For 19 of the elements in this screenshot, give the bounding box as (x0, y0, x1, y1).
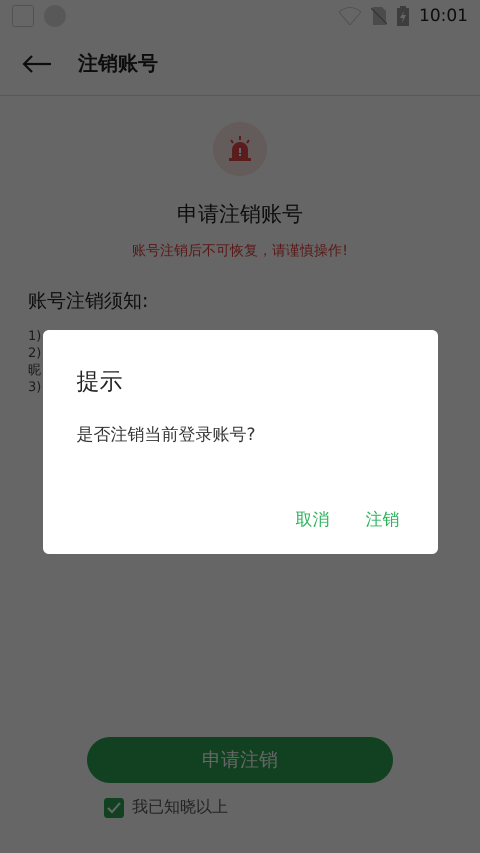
status-time: 10:01 (419, 6, 468, 26)
dialog-button[interactable]: 取消 (292, 502, 334, 537)
checkbox[interactable] (104, 798, 124, 818)
notice-heading: 账号注销须知: (28, 289, 150, 314)
warning-text: 账号注销后不可恢复，请谨慎操作! (132, 242, 348, 260)
notice-line: 昵 (28, 362, 41, 379)
submit-button[interactable]: 申请注销 (87, 737, 393, 783)
battery-icon (397, 6, 409, 26)
dialog-title: 提示 (76, 368, 124, 397)
notice-line: 1) (28, 328, 42, 345)
agreement-text: 我已知晓以上 (132, 797, 228, 818)
page-title: 注销账号 (78, 50, 158, 77)
section-title: 申请注销账号 (177, 201, 303, 228)
dialog-message: 是否注销当前登录账号? (76, 424, 257, 446)
dialog-button[interactable]: 注销 (362, 502, 404, 537)
no-sim-icon (371, 7, 387, 25)
back-arrow-icon[interactable] (22, 54, 52, 74)
notice-line: 2) (28, 345, 42, 362)
notice-line: 3) (28, 379, 42, 396)
